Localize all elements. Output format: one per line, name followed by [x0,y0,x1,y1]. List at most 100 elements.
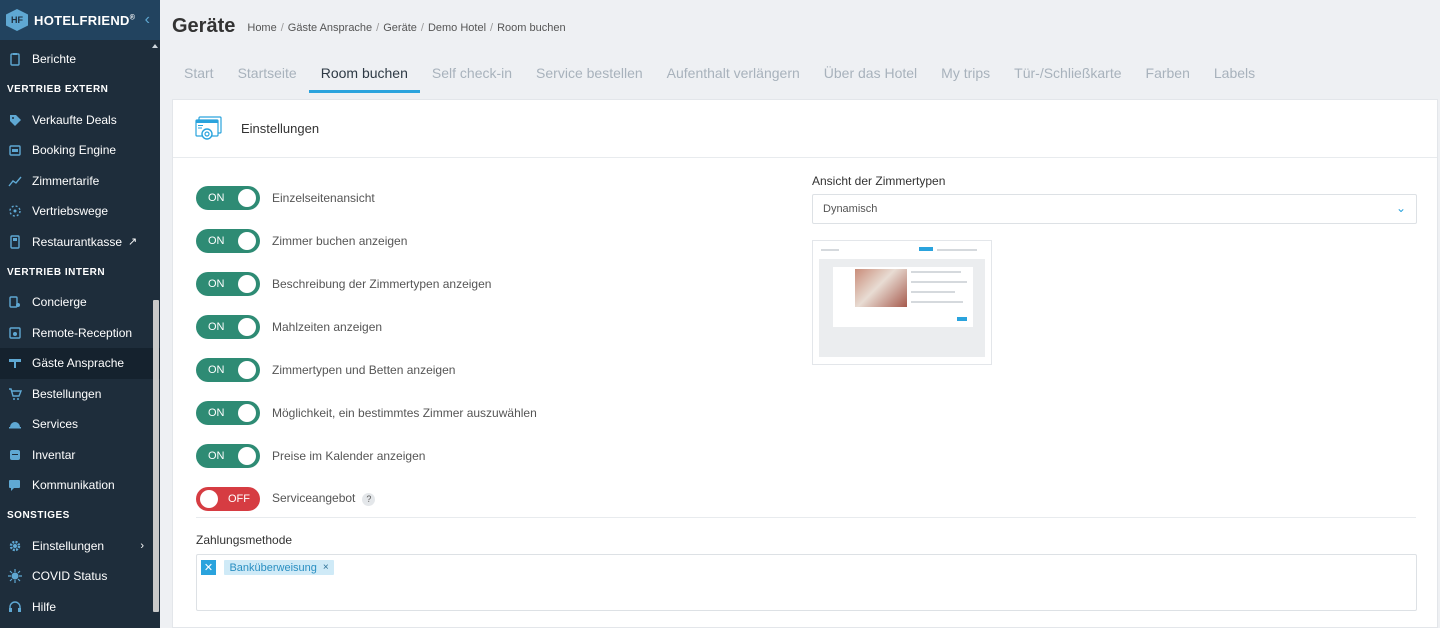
tab-my-trips[interactable]: My trips [929,52,1002,93]
sidebar-item-kommunikation[interactable]: Kommunikation [0,470,160,501]
toggle-label: Serviceangebot? [272,491,376,506]
toggle-knob [238,188,256,207]
tab-self-check-in[interactable]: Self check-in [420,52,524,93]
toggle-state-text: ON [208,191,225,204]
sidebar-item-einstellungen[interactable]: Einstellungen › [0,531,160,562]
sidebar-item-label: Hilfe [32,599,57,614]
room-view-label: Ansicht der Zimmertypen [812,174,946,188]
toggle-knob [238,360,256,379]
toggle-row: ON Möglichkeit, ein bestimmtes Zimmer aus… [196,391,537,434]
tab-room-buchen[interactable]: Room buchen [308,52,421,93]
channels-icon [8,204,22,218]
sidebar-item-booking-engine[interactable]: Booking Engine [0,135,160,166]
headset-icon [8,600,22,614]
breadcrumb: Home / Gäste Ansprache / Geräte / Demo Hotel / R… [247,22,565,34]
toggle-switch-preise-im-kalender-anzeigen[interactable]: ON [196,443,260,468]
booking-icon [8,143,22,157]
toggle-list: ON Einzelseitenansicht ON Zimmer buchen anz… [196,176,537,520]
tab-start[interactable]: Start [172,52,226,93]
sidebar-item-zimmertarife[interactable]: Zimmertarife [0,166,160,197]
chart-line-icon [8,174,22,188]
reception-icon [8,326,22,340]
sidebar-item-verkaufte-deals[interactable]: Verkaufte Deals [0,105,160,136]
tab-service-bestellen[interactable]: Service bestellen [524,52,655,93]
breadcrumb-item-room-buchen: Room buchen [497,22,566,34]
toggle-switch-moglichkeit-ein-bestimmtes-zimmer-auszuwahlen[interactable]: ON [196,400,260,425]
sidebar-item-label: Zimmertarife [32,173,100,188]
sidebar-item-label: Vertriebswege [32,204,109,219]
tab-aufenthalt-verlangern[interactable]: Aufenthalt verlängern [655,52,812,93]
toggle-label-text: Zimmertypen und Betten anzeigen [272,362,456,377]
help-icon[interactable]: ? [362,492,376,506]
sidebar-scrollbar[interactable] [153,300,159,612]
guest-icon [8,356,22,370]
toggle-state-text: ON [208,449,225,462]
concierge-icon [8,295,22,309]
brand-name-text: HOTELFRIEND [34,12,130,28]
sidebar-item-covid-status[interactable]: COVID Status [0,561,160,592]
settings-panel: Einstellungen ON Einzelseitenansicht ON Zim… [172,99,1438,628]
tab-labels[interactable]: Labels [1202,52,1267,93]
room-view-value: Dynamisch [823,203,878,215]
sidebar-item-inventar[interactable]: Inventar [0,440,160,471]
sidebar-item-berichte[interactable]: Berichte [0,44,160,75]
remove-tag-icon[interactable]: × [323,562,329,573]
toggle-switch-einzelseitenansicht[interactable]: ON [196,185,260,210]
payment-tag-label: Banküberweisung [229,561,317,574]
sidebar-item-label: Gäste Ansprache [32,356,125,371]
toggle-state-text: ON [208,363,225,376]
sidebar-item-label: Verkaufte Deals [32,112,117,127]
sidebar-item-label: Einstellungen [32,538,105,553]
breadcrumb-separator: / [280,22,284,34]
toggle-switch-beschreibung-der-zimmertypen-anzeigen[interactable]: ON [196,271,260,296]
sidebar-item-label: Remote-Reception [32,325,133,340]
toggle-label-text: Serviceangebot [272,491,356,506]
toggle-row: OFF Serviceangebot? [196,477,537,520]
hotelfriend-logo[interactable]: HF [6,9,28,31]
sidebar-item-gaste-ansprache[interactable]: Gäste Ansprache [0,348,160,379]
preview-nav [937,249,977,251]
breadcrumb-item-demo-hotel[interactable]: Demo Hotel [428,22,486,34]
sidebar-item-concierge[interactable]: Concierge [0,287,160,318]
sidebar-item-bestellungen[interactable]: Bestellungen [0,379,160,410]
toggle-switch-zimmertypen-und-betten-anzeigen[interactable]: ON [196,357,260,382]
tab-startseite[interactable]: Startseite [226,52,309,93]
cart-icon [8,387,22,401]
sidebar-item-services[interactable]: Services [0,409,160,440]
tab-tur-schlie-karte[interactable]: Tür-/Schließkarte [1002,52,1133,93]
logo-text: HF [11,15,23,25]
sidebar-item-label: Bestellungen [32,386,102,401]
toggle-label-text: Preise im Kalender anzeigen [272,448,426,463]
preview-room-photo [855,269,907,307]
virus-icon [8,569,22,584]
clipboard-icon [8,52,22,66]
room-view-section: Ansicht der Zimmertypen Dynamisch ⌄ [812,174,1417,365]
toggle-row: ON Preise im Kalender anzeigen [196,434,537,477]
gear-icon [8,539,22,553]
breadcrumb-item-gaste-ansprache[interactable]: Gäste Ansprache [288,22,372,34]
tab-uber-das-hotel[interactable]: Über das Hotel [812,52,929,93]
collapse-sidebar-icon[interactable]: ‹ [145,11,150,29]
toggle-switch-serviceangebot[interactable]: OFF [196,486,260,511]
breadcrumb-item-gerate[interactable]: Geräte [383,22,417,34]
toggle-switch-zimmer-buchen-anzeigen[interactable]: ON [196,228,260,253]
cloche-icon [8,417,22,431]
tab-farben[interactable]: Farben [1134,52,1202,93]
chat-icon [8,478,22,492]
toggle-state-text: ON [208,277,225,290]
clear-all-icon[interactable]: ✕ [201,560,216,576]
sidebar-item-restaurantkasse[interactable]: Restaurantkasse ↗ [0,227,160,258]
preview-line [911,281,967,283]
sidebar-item-remote-reception[interactable]: Remote-Reception [0,318,160,349]
toggle-switch-mahlzeiten-anzeigen[interactable]: ON [196,314,260,339]
toggle-label-text: Möglichkeit, ein bestimmtes Zimmer auszu… [272,405,537,420]
payment-methods-input[interactable]: ✕ Banküberweisung × [196,554,1417,611]
room-view-preview-image [812,240,992,365]
breadcrumb-item-home[interactable]: Home [247,22,276,34]
sidebar-item-hilfe[interactable]: Hilfe [0,592,160,623]
page-title: Geräte [172,14,236,37]
room-view-select[interactable]: Dynamisch ⌄ [812,194,1417,224]
toggle-label: Zimmer buchen anzeigen [272,234,407,248]
toggle-label-text: Zimmer buchen anzeigen [272,233,408,248]
sidebar-item-vertriebswege[interactable]: Vertriebswege [0,196,160,227]
